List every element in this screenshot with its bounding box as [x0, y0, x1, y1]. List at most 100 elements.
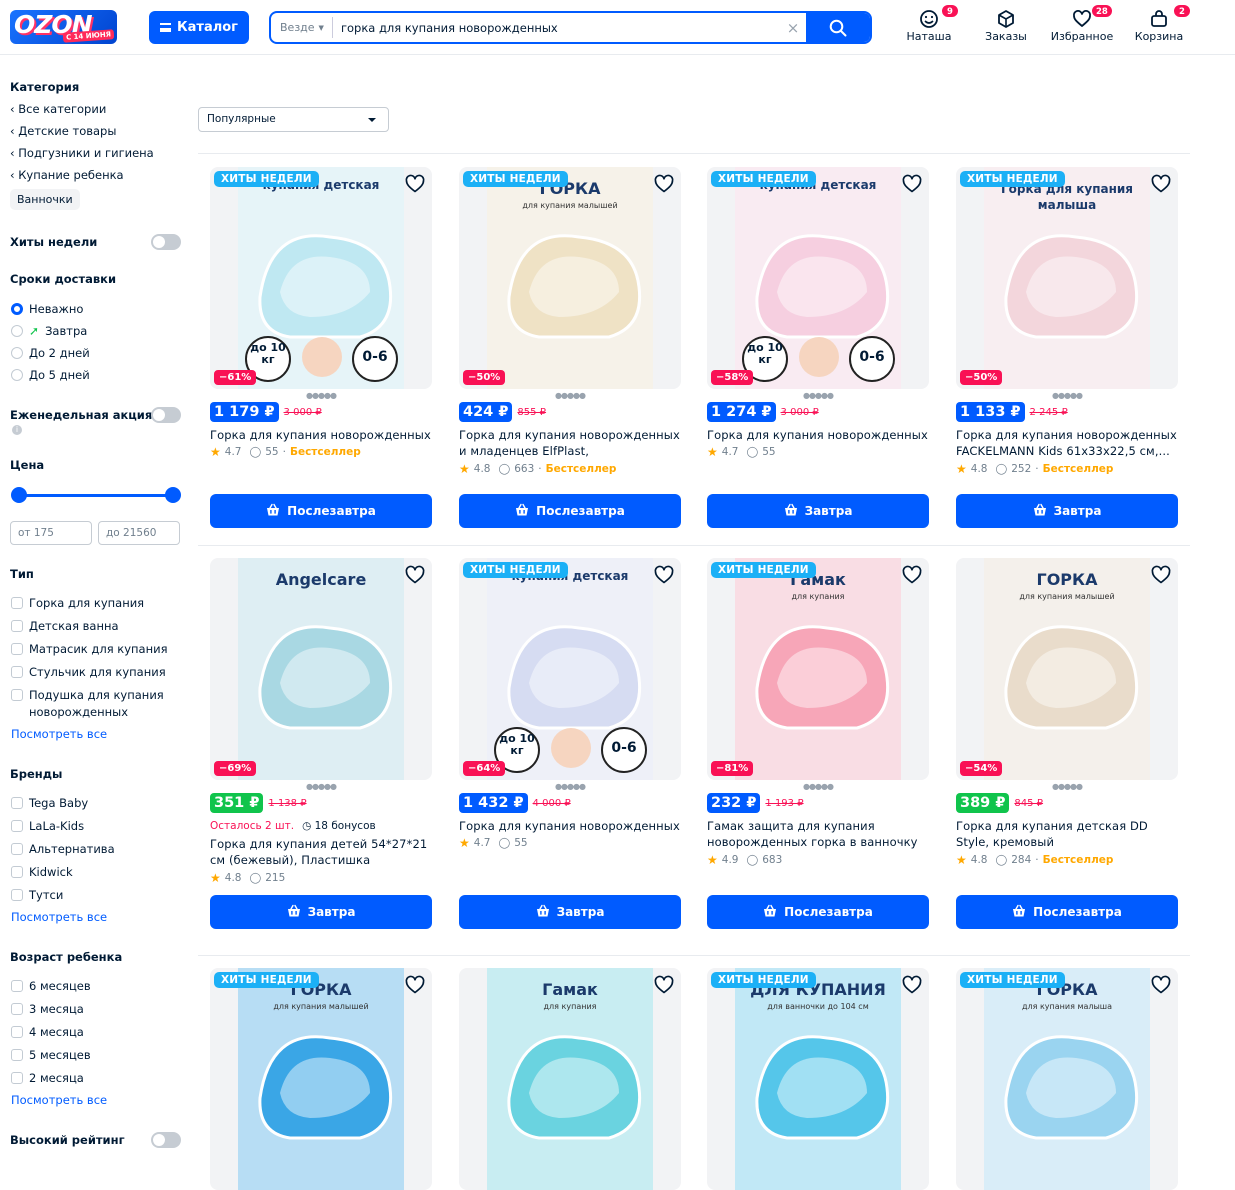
age-option[interactable]: 3 месяца	[11, 1001, 186, 1018]
favorite-heart-icon[interactable]	[404, 564, 426, 590]
current-category-chip[interactable]: Ванночки	[10, 189, 80, 210]
cart-link[interactable]: Корзина 2	[1124, 4, 1194, 43]
product-image[interactable]: купания детская до 10 кг 0-6 ХИТЫ НЕДЕЛИ −61…	[210, 167, 432, 389]
price-slider-track[interactable]	[18, 494, 173, 497]
product-image[interactable]: ГОРКА для купания малышей −54%	[956, 558, 1178, 780]
favorite-heart-icon[interactable]	[1150, 564, 1172, 590]
product-card[interactable]: ГОРКА для купания малышей ХИТЫ НЕДЕЛИ −50% ●…	[459, 167, 681, 528]
info-icon[interactable]: i	[12, 425, 22, 435]
age-option[interactable]: 2 месяца	[11, 1070, 186, 1087]
brand-option[interactable]: Альтернатива	[11, 841, 186, 858]
favorite-heart-icon[interactable]	[653, 564, 675, 590]
product-card[interactable]: купания детская до 10 кг 0-6 ХИТЫ НЕДЕЛИ −58…	[707, 167, 929, 528]
product-title[interactable]: Горка для купания новорожденных	[459, 818, 681, 835]
clear-icon[interactable]: ×	[780, 19, 806, 37]
type-option[interactable]: Матрасик для купания	[11, 641, 186, 658]
delivery-option[interactable]: Неважно	[11, 298, 90, 320]
product-image[interactable]: купания детская до 10 кг 0-6 ХИТЫ НЕДЕЛИ −58…	[707, 167, 929, 389]
product-card[interactable]: купания детская до 10 кг 0-6 ХИТЫ НЕДЕЛИ −61…	[210, 167, 432, 528]
product-title[interactable]: Горка для купания новорожденных и младен…	[459, 427, 681, 461]
image-age-label: 0-6	[362, 349, 388, 365]
product-card[interactable]: ГОРКА для купания малышей ХИТЫ НЕДЕЛИ	[210, 968, 432, 1190]
product-image[interactable]: ДЛЯ КУПАНИЯ для ванночки до 104 см ХИТЫ НЕ…	[707, 968, 929, 1190]
category-link[interactable]: ‹ Все категории	[10, 98, 185, 120]
favorite-heart-icon[interactable]	[653, 173, 675, 199]
search-input[interactable]	[332, 13, 780, 42]
favorite-heart-icon[interactable]	[901, 173, 923, 199]
product-title[interactable]: Горка для купания детей 54*27*21 см (беж…	[210, 836, 432, 870]
type-option[interactable]: Подушка для купания новорожденных	[11, 687, 186, 721]
price-slider-max-handle[interactable]	[165, 487, 181, 503]
favorite-heart-icon[interactable]	[901, 564, 923, 590]
search-scope-select[interactable]: Везде ▼	[280, 17, 333, 38]
brand-option[interactable]: Tega Baby	[11, 795, 186, 812]
type-option[interactable]: Горка для купания	[11, 595, 186, 612]
catalog-button[interactable]: Каталог	[149, 11, 249, 44]
orders-link[interactable]: Заказы	[971, 9, 1041, 43]
ozon-logo[interactable]: OZON С 14 ИЮНЯ	[10, 10, 117, 44]
brand-option[interactable]: LaLa-Kids	[11, 818, 186, 835]
age-option[interactable]: 6 месяцев	[11, 978, 186, 995]
favorite-heart-icon[interactable]	[1150, 974, 1172, 1000]
delivery-button[interactable]: Завтра	[210, 895, 432, 929]
price-slider-min-handle[interactable]	[11, 487, 27, 503]
product-card[interactable]: купания детская до 10 кг 0-6 ХИТЫ НЕДЕЛИ −64…	[459, 558, 681, 929]
product-image[interactable]: Гамак для купания	[459, 968, 681, 1190]
hits-toggle[interactable]	[151, 234, 181, 250]
price-to-input[interactable]: до 21560	[98, 521, 180, 545]
profile-link[interactable]: Наташа 9	[894, 4, 964, 43]
product-image[interactable]: Горка для купания малыша ХИТЫ НЕДЕЛИ −50%	[956, 167, 1178, 389]
product-title[interactable]: Горка для купания новорожденных FACKELMA…	[956, 427, 1178, 461]
category-link[interactable]: ‹ Детские товары	[10, 120, 185, 142]
delivery-button[interactable]: Завтра	[459, 895, 681, 929]
favorite-heart-icon[interactable]	[653, 974, 675, 1000]
favorite-heart-icon[interactable]	[404, 974, 426, 1000]
brand-option[interactable]: Тутси	[11, 887, 186, 904]
delivery-button[interactable]: Послезавтра	[459, 494, 681, 528]
delivery-button[interactable]: Послезавтра	[956, 895, 1178, 929]
delivery-button[interactable]: Завтра	[956, 494, 1178, 528]
product-card[interactable]: Гамак для купания ХИТЫ НЕДЕЛИ −81% ●●●●● 232 …	[707, 558, 929, 929]
product-image[interactable]: купания детская до 10 кг 0-6 ХИТЫ НЕДЕЛИ −64…	[459, 558, 681, 780]
search-button[interactable]	[806, 13, 870, 42]
price-from-input[interactable]: от 175	[10, 521, 92, 545]
age-option[interactable]: 5 месяцев	[11, 1047, 186, 1064]
category-link[interactable]: ‹ Подгузники и гигиена	[10, 142, 185, 164]
delivery-button[interactable]: Послезавтра	[210, 494, 432, 528]
product-card[interactable]: ГОРКА для купания малыша ХИТЫ НЕДЕЛИ	[956, 968, 1178, 1190]
product-card[interactable]: ГОРКА для купания малышей −54% ●●●●● 389 ₽84…	[956, 558, 1178, 929]
weekly-promo-toggle[interactable]	[151, 407, 181, 423]
delivery-option[interactable]: ➚ Завтра	[11, 320, 90, 342]
product-title[interactable]: Горка для купания новорожденных	[707, 427, 929, 444]
favorite-heart-icon[interactable]	[1150, 173, 1172, 199]
type-option[interactable]: Стульчик для купания	[11, 664, 186, 681]
product-image[interactable]: ГОРКА для купания малышей ХИТЫ НЕДЕЛИ −50%	[459, 167, 681, 389]
product-title[interactable]: Горка для купания новорожденных	[210, 427, 432, 444]
sort-select[interactable]: Популярные	[198, 107, 389, 132]
brand-option[interactable]: Kidwick	[11, 864, 186, 881]
product-image[interactable]: Гамак для купания ХИТЫ НЕДЕЛИ −81%	[707, 558, 929, 780]
product-image[interactable]: ГОРКА для купания малышей ХИТЫ НЕДЕЛИ	[210, 968, 432, 1190]
favorite-heart-icon[interactable]	[901, 974, 923, 1000]
cart-icon	[1033, 503, 1047, 520]
delivery-button[interactable]: Послезавтра	[707, 895, 929, 929]
type-option[interactable]: Детская ванна	[11, 618, 186, 635]
product-card[interactable]: Гамак для купания	[459, 968, 681, 1190]
product-image[interactable]: Angelcare −69%	[210, 558, 432, 780]
delivery-option[interactable]: До 5 дней	[11, 364, 90, 386]
favorite-heart-icon[interactable]	[404, 173, 426, 199]
see-all-brands-link[interactable]: Посмотреть все	[11, 910, 186, 924]
age-option[interactable]: 4 месяца	[11, 1024, 186, 1041]
favorites-link[interactable]: Избранное 28	[1047, 4, 1117, 43]
product-card[interactable]: ДЛЯ КУПАНИЯ для ванночки до 104 см ХИТЫ НЕ…	[707, 968, 929, 1190]
product-image[interactable]: ГОРКА для купания малыша ХИТЫ НЕДЕЛИ	[956, 968, 1178, 1190]
see-all-types-link[interactable]: Посмотреть все	[11, 727, 186, 741]
product-title[interactable]: Гамак защита для купания новорожденных г…	[707, 818, 929, 852]
category-link[interactable]: ‹ Купание ребенка	[10, 164, 185, 186]
product-title[interactable]: Горка для купания детская DD Style, крем…	[956, 818, 1178, 852]
product-card[interactable]: Горка для купания малыша ХИТЫ НЕДЕЛИ −50% ●…	[956, 167, 1178, 528]
see-all-ages-link[interactable]: Посмотреть все	[11, 1093, 186, 1107]
product-card[interactable]: Angelcare −69% ●●●●● 351 ₽1 138 ₽ Осталось 2…	[210, 558, 432, 929]
delivery-button[interactable]: Завтра	[707, 494, 929, 528]
delivery-option[interactable]: До 2 дней	[11, 342, 90, 364]
